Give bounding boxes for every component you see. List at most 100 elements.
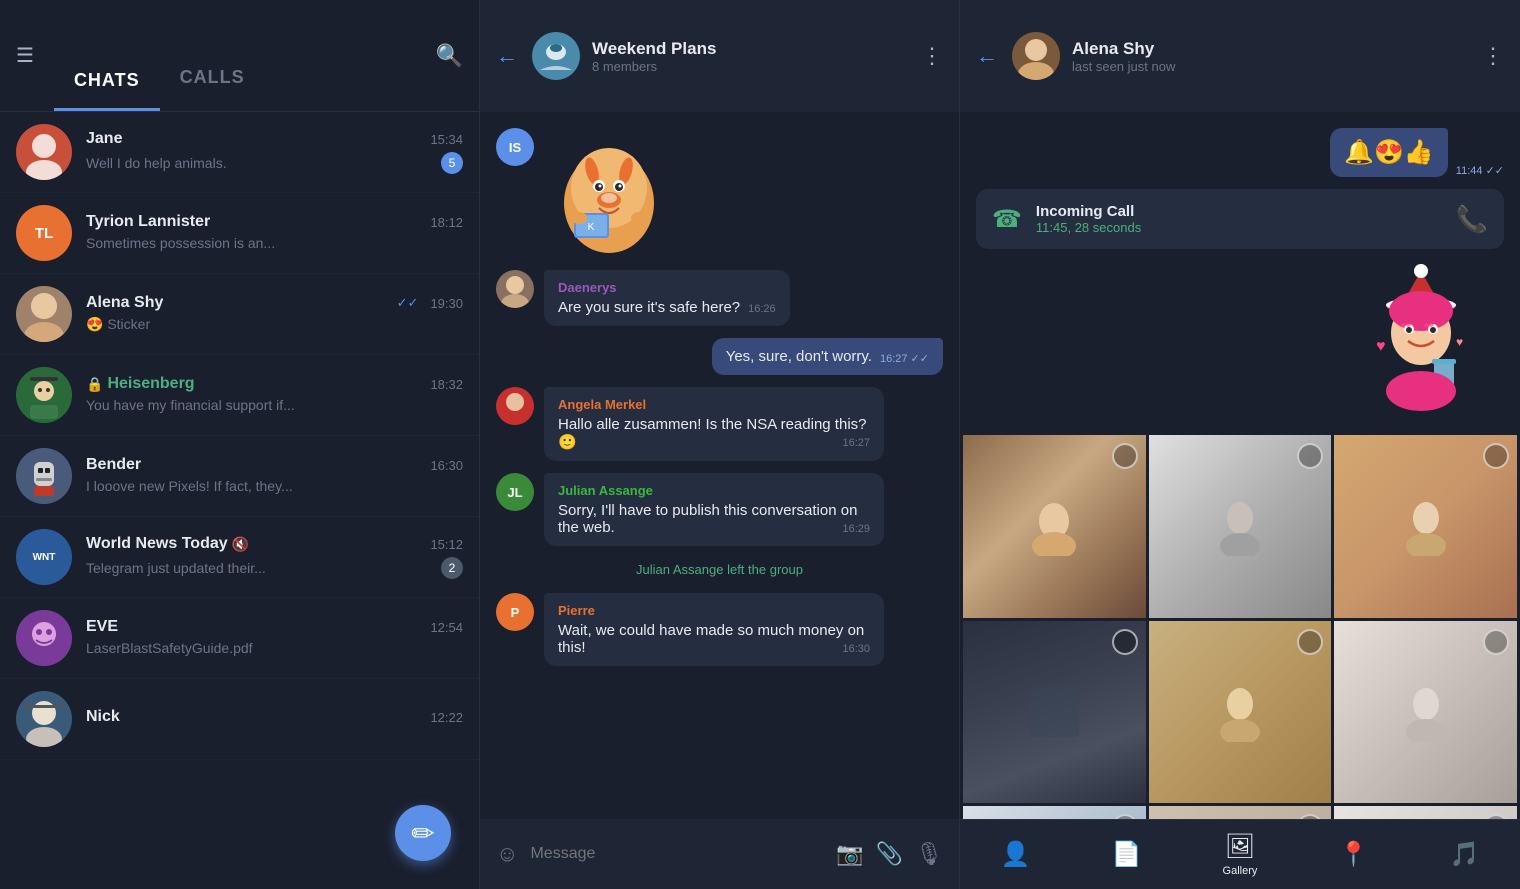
tab-calls[interactable]: CALLS — [160, 0, 265, 111]
chat-info: EVE 12:54 LaserBlastSafetyGuide.pdf — [86, 618, 463, 658]
emoji-icon[interactable]: ☺ — [496, 841, 518, 867]
msg-time: 16:26 — [748, 303, 776, 315]
bottom-bar-gallery[interactable]: 🖼 Gallery — [1223, 832, 1258, 877]
gallery-item[interactable] — [1334, 621, 1517, 804]
back-button[interactable]: ← — [976, 43, 998, 69]
msg-time: 16:30 — [842, 643, 870, 655]
msg-avatar: IS — [496, 128, 534, 166]
list-item[interactable]: Jane 15:34 Well I do help animals. 5 — [0, 112, 479, 193]
bottom-bar-profile[interactable]: 👤 — [1001, 840, 1031, 869]
attach-icon[interactable]: 📎 — [876, 841, 903, 867]
message-input[interactable] — [530, 845, 824, 863]
select-circle[interactable] — [1297, 629, 1323, 655]
bottom-bar-location[interactable]: 📍 — [1339, 840, 1369, 869]
bottom-bar-files[interactable]: 📄 — [1112, 840, 1142, 869]
gallery-item[interactable] — [1334, 435, 1517, 618]
camera-icon[interactable]: 📷 — [836, 841, 863, 867]
group-avatar — [532, 32, 580, 80]
avatar — [16, 286, 72, 342]
list-item[interactable]: 🔒 Heisenberg 18:32 You have my financial… — [0, 355, 479, 436]
gallery-icon: 🖼 — [1225, 832, 1255, 861]
more-options-icon[interactable]: ⋮ — [1482, 43, 1504, 69]
call-bubble-area: 🔔😍👍 11:44 ✓✓ ☎ Incoming Call 11:45, 28 s… — [960, 112, 1520, 432]
gallery-item[interactable] — [963, 435, 1146, 618]
phone-icon[interactable]: 📞 — [1456, 204, 1488, 235]
hamburger-icon[interactable]: ☰ — [16, 43, 34, 68]
message-row: Yes, sure, don't worry.16:27 ✓✓ — [496, 338, 943, 375]
msg-time: 16:29 — [842, 523, 870, 535]
select-circle[interactable] — [1483, 629, 1509, 655]
gallery-item[interactable] — [1149, 435, 1332, 618]
chat-name-title: Weekend Plans — [592, 39, 921, 59]
tab-chats[interactable]: CHATS — [54, 0, 160, 111]
emoji-message-row: 🔔😍👍 11:44 ✓✓ — [1330, 128, 1504, 177]
chat-list: Jane 15:34 Well I do help animals. 5 TL … — [0, 112, 479, 889]
profile-icon: 👤 — [1001, 840, 1031, 869]
message-row: IS — [496, 128, 943, 258]
list-item[interactable]: Bender 16:30 I looove new Pixels! If fac… — [0, 436, 479, 517]
avatar — [16, 691, 72, 747]
call-icon: ☎ — [992, 205, 1022, 234]
compose-button[interactable]: ✏ — [395, 805, 451, 861]
message-row: P Pierre Wait, we could have made so muc… — [496, 593, 943, 666]
sticker-message-right: ♥ ♥ — [1346, 261, 1504, 416]
audio-icon: 🎵 — [1450, 840, 1480, 869]
message-row: JL Julian Assange Sorry, I'll have to pu… — [496, 473, 943, 546]
chat-info: 🔒 Heisenberg 18:32 You have my financial… — [86, 375, 463, 415]
contact-avatar — [1012, 32, 1060, 80]
chat-info: Alena Shy ✓✓ 19:30 😍 Sticker — [86, 294, 463, 334]
svg-text:K: K — [588, 222, 595, 233]
files-icon: 📄 — [1112, 840, 1142, 869]
chat-info: Jane 15:34 Well I do help animals. 5 — [86, 130, 463, 174]
call-time: 11:45, 28 seconds — [1036, 220, 1442, 235]
chat-info: Tyrion Lannister 18:12 Sometimes possess… — [86, 213, 463, 253]
list-item[interactable]: Nick 12:22 — [0, 679, 479, 760]
message-row: Daenerys Are you sure it's safe here?16:… — [496, 270, 943, 326]
call-label: Incoming Call — [1036, 203, 1442, 220]
chat-info: Bender 16:30 I looove new Pixels! If fac… — [86, 456, 463, 496]
gallery-item[interactable] — [963, 806, 1146, 819]
message-row: Angela Merkel Hallo alle zusammen! Is th… — [496, 387, 943, 461]
msg-avatar: JL — [496, 473, 534, 511]
call-info: Incoming Call 11:45, 28 seconds — [1036, 203, 1442, 235]
unread-badge: 5 — [441, 152, 463, 174]
contact-name: Alena Shy — [1072, 39, 1482, 59]
contact-status: last seen just now — [1072, 59, 1482, 74]
search-icon[interactable]: 🔍 — [436, 43, 463, 69]
back-button[interactable]: ← — [496, 43, 518, 69]
gallery-item[interactable] — [1334, 806, 1517, 819]
msg-sender: Angela Merkel — [558, 397, 870, 412]
gallery-item[interactable] — [1149, 621, 1332, 804]
more-options-icon[interactable]: ⋮ — [921, 43, 943, 69]
msg-time: 16:27 — [842, 437, 870, 449]
msg-time: 16:27 ✓✓ — [880, 352, 929, 365]
sticker-image: K — [544, 128, 674, 258]
list-item[interactable]: WNT World News Today 🔇 15:12 Telegram ju… — [0, 517, 479, 598]
mic-icon[interactable]: 🎙 — [915, 841, 943, 867]
select-circle[interactable] — [1483, 443, 1509, 469]
msg-sender: Daenerys — [558, 280, 776, 295]
chat-info: World News Today 🔇 15:12 Telegram just u… — [86, 535, 463, 579]
received-message: Angela Merkel Hallo alle zusammen! Is th… — [544, 387, 884, 461]
avatar: TL — [16, 205, 72, 261]
sent-message: Yes, sure, don't worry.16:27 ✓✓ — [712, 338, 943, 375]
list-item[interactable]: Alena Shy ✓✓ 19:30 😍 Sticker — [0, 274, 479, 355]
received-message: Julian Assange Sorry, I'll have to publi… — [544, 473, 884, 546]
chat-input-bar: ☺ 📷 📎 🎙 — [480, 819, 959, 889]
chat-header: ← Weekend Plans 8 members ⋮ — [480, 0, 959, 112]
unread-badge: 2 — [441, 557, 463, 579]
msg-avatar: P — [496, 593, 534, 631]
bottom-bar-audio[interactable]: 🎵 — [1450, 840, 1480, 869]
gallery-item[interactable] — [963, 621, 1146, 804]
lock-icon: 🔒 — [86, 376, 103, 393]
right-panel: ← Alena Shy last seen just now ⋮ 🔔😍👍 11:… — [960, 0, 1520, 889]
left-header: ☰ CHATS CALLS 🔍 — [0, 0, 479, 112]
gallery-item[interactable] — [1149, 806, 1332, 819]
left-panel: ☰ CHATS CALLS 🔍 Jane 15:34 — [0, 0, 480, 889]
system-message: Julian Assange left the group — [496, 558, 943, 581]
select-circle[interactable] — [1112, 629, 1138, 655]
list-item[interactable]: EVE 12:54 LaserBlastSafetyGuide.pdf — [0, 598, 479, 679]
list-item[interactable]: TL Tyrion Lannister 18:12 Sometimes poss… — [0, 193, 479, 274]
avatar — [16, 124, 72, 180]
select-circle[interactable] — [1112, 443, 1138, 469]
